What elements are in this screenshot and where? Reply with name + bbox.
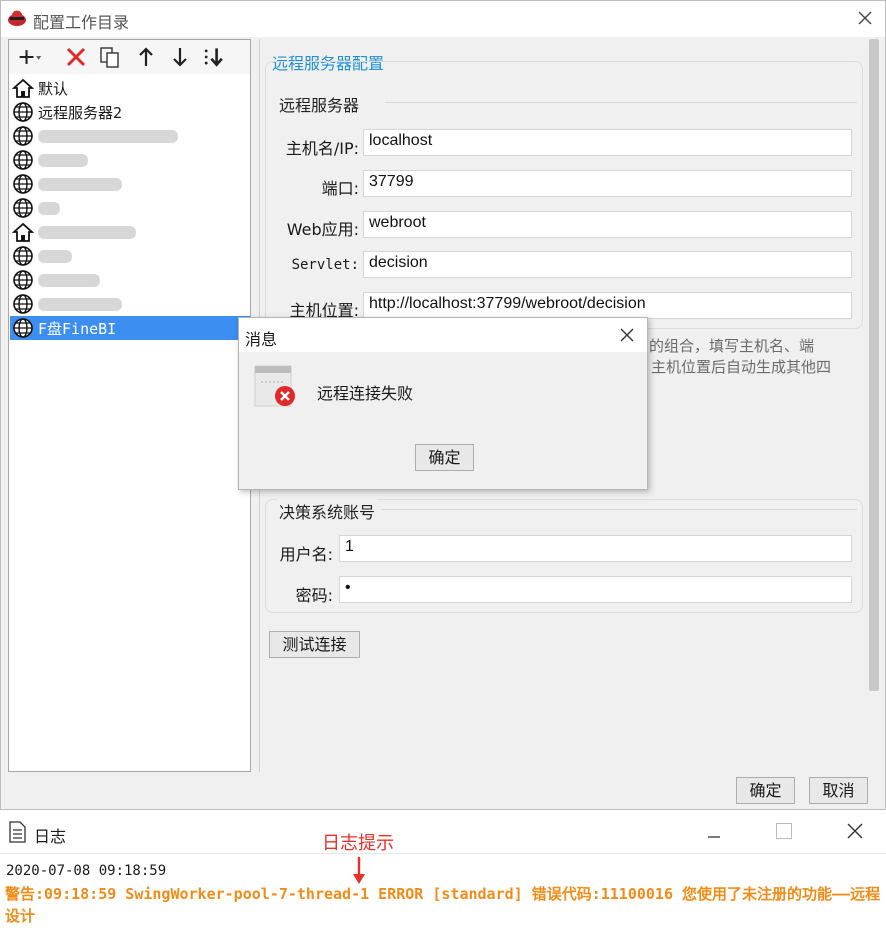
tree-item[interactable]: [10, 148, 250, 172]
globe-icon: [13, 102, 33, 122]
tree-toolbar: [9, 40, 250, 74]
close-icon[interactable]: [851, 6, 879, 32]
log-title: 日志: [34, 827, 67, 846]
globe-icon: [13, 126, 33, 146]
message-text: 远程连接失败: [317, 384, 414, 403]
copy-icon[interactable]: [97, 44, 123, 70]
close-icon[interactable]: [845, 821, 865, 841]
group-divider: [385, 102, 857, 103]
sort-icon[interactable]: [201, 44, 227, 70]
group-divider: [381, 509, 857, 510]
globe-icon: [13, 174, 33, 194]
config-scrollbar[interactable]: [867, 39, 881, 772]
redacted-label: [38, 154, 88, 167]
redacted-label: [38, 274, 100, 287]
tree-item-label: 远程服务器2: [38, 104, 123, 122]
message-title: 消息: [245, 330, 278, 349]
dialog-ok-button[interactable]: 确定: [736, 777, 795, 804]
tree-item[interactable]: [10, 268, 250, 292]
globe-icon: [13, 150, 33, 170]
tree-item[interactable]: [10, 220, 250, 244]
tree-item[interactable]: [10, 244, 250, 268]
close-icon[interactable]: [615, 324, 639, 346]
hint-text-line1: 的组合，填写主机名、端: [649, 337, 815, 355]
dialog-cancel-button[interactable]: 取消: [809, 777, 868, 804]
tree-item-label: 默认: [38, 80, 69, 98]
log-window: 日志 日志提示 2020-07-08 09:18:59 警告:09:18:59 …: [0, 811, 886, 943]
redacted-label: [38, 250, 72, 263]
plus-dropdown-icon[interactable]: [17, 44, 43, 70]
port-label: 端口:: [321, 179, 359, 198]
move-up-icon[interactable]: [133, 44, 159, 70]
home-icon: [12, 78, 34, 98]
message-ok-button[interactable]: 确定: [415, 444, 474, 471]
tree-item[interactable]: 默认: [10, 76, 250, 100]
globe-icon: [13, 246, 33, 266]
scrollbar-thumb[interactable]: [869, 39, 879, 691]
username-label: 用户名:: [279, 545, 333, 564]
test-connection-button[interactable]: 测试连接: [269, 631, 360, 658]
log-warning-message: 警告:09:18:59 SwingWorker-pool-7-thread-1 …: [5, 885, 881, 925]
log-divider: [0, 853, 886, 854]
globe-icon: [13, 318, 33, 338]
port-field[interactable]: 37799: [363, 170, 852, 197]
username-field[interactable]: 1: [339, 535, 852, 562]
connection-error-icon: [254, 365, 295, 407]
globe-icon: [13, 294, 33, 314]
message-dialog: 消息 远程连接失败 确定: [238, 317, 648, 490]
log-timestamp: 2020-07-08 09:18:59: [6, 863, 167, 879]
location-field[interactable]: http://localhost:37799/webroot/decision: [363, 292, 852, 319]
app-logo-icon: [8, 10, 26, 26]
password-label: 密码:: [295, 586, 333, 605]
tree-item-label: F盘FineBI: [38, 320, 117, 338]
account-group-title: 决策系统账号: [277, 499, 378, 523]
redacted-label: [38, 298, 122, 311]
password-field[interactable]: •: [339, 576, 852, 603]
tree-item[interactable]: [10, 196, 250, 220]
tree-item[interactable]: [10, 124, 250, 148]
redacted-label: [38, 178, 122, 191]
servlet-label: Servlet:: [291, 257, 359, 273]
home-icon: [12, 222, 34, 242]
redacted-label: [38, 202, 60, 215]
tree-item[interactable]: 远程服务器2: [10, 100, 250, 124]
document-icon: [9, 821, 26, 843]
tree-item[interactable]: [10, 172, 250, 196]
host-label: 主机名/IP:: [285, 139, 359, 158]
dialog-titlebar: 配置工作目录: [1, 1, 885, 37]
redacted-label: [38, 130, 178, 143]
webapp-label: Web应用:: [286, 220, 359, 239]
workdir-tree-panel: 默认远程服务器2 F盘FineBI: [8, 39, 251, 772]
delete-icon[interactable]: [63, 44, 89, 70]
arrow-down-icon: [353, 857, 365, 884]
minimize-icon[interactable]: [706, 827, 722, 843]
servlet-field[interactable]: decision: [363, 251, 852, 278]
message-body: 远程连接失败 确定: [239, 352, 647, 489]
globe-icon: [13, 198, 33, 218]
tree-item[interactable]: [10, 292, 250, 316]
server-group-title: 远程服务器: [277, 92, 362, 116]
log-annotation: 日志提示: [322, 833, 394, 854]
host-field[interactable]: localhost: [363, 129, 852, 156]
tree-item[interactable]: F盘FineBI: [10, 316, 250, 340]
move-down-icon[interactable]: [167, 44, 193, 70]
globe-icon: [13, 270, 33, 290]
webapp-field[interactable]: webroot: [363, 211, 852, 238]
maximize-icon[interactable]: [776, 823, 792, 839]
redacted-label: [38, 226, 136, 239]
dialog-title: 配置工作目录: [33, 13, 130, 32]
hint-text-line2: 主机位置后自动生成其他四: [651, 358, 832, 376]
